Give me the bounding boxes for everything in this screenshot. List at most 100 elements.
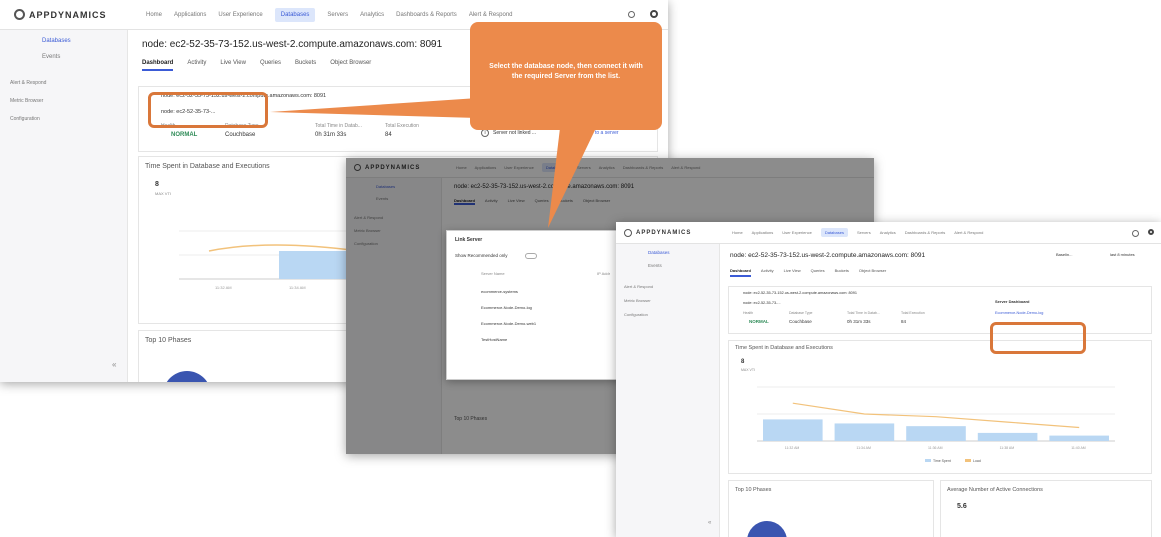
sidebar-item-databases[interactable]: Databases bbox=[0, 30, 127, 44]
pie-chart bbox=[747, 521, 787, 537]
tab-dashboard[interactable]: Dashboard bbox=[730, 268, 751, 277]
sidebar-item-databases[interactable]: Databases bbox=[616, 244, 719, 255]
sidebar-item-configuration[interactable]: Configuration bbox=[0, 104, 127, 122]
chevron-down-icon[interactable]: ⌄ bbox=[428, 38, 435, 47]
server-option[interactable]: Ecommerce-Node-Demo-log bbox=[481, 305, 532, 310]
highlight-server-dashboard bbox=[990, 322, 1086, 354]
nav-dashboards[interactable]: Dashboards & Reports bbox=[905, 230, 945, 235]
nav-analytics[interactable]: Analytics bbox=[880, 230, 896, 235]
x-tick-label: 11:34 AM bbox=[856, 446, 871, 450]
nav-databases[interactable]: Databases bbox=[820, 228, 848, 237]
appdynamics-logo-icon bbox=[624, 228, 632, 237]
exec-label: Total Execution bbox=[385, 123, 419, 129]
db-type-value: Couchbase bbox=[225, 132, 256, 138]
nav-user-experience[interactable]: User Experience bbox=[782, 230, 812, 235]
chart-back: 11:32 AM 11:34 AM bbox=[179, 230, 359, 290]
time-range-dropdown[interactable]: last 8 minutes bbox=[1110, 252, 1135, 257]
chart-subtitle-top: 8 bbox=[741, 359, 745, 365]
node-title: node: ec2-52-35-73-152.us-west-2.compute… bbox=[142, 39, 443, 50]
appdynamics-logo-icon bbox=[14, 9, 25, 20]
node-card-name: node: ec2-52-35-73-152.us-west-2.compute… bbox=[743, 291, 857, 295]
health-value: NORMAL bbox=[749, 319, 769, 324]
highlight-node-selector bbox=[148, 92, 268, 128]
sidebar: Databases Events Alert & Respond Metric … bbox=[616, 244, 720, 537]
chart-subtitle-bottom: MAX VTI bbox=[155, 191, 172, 196]
sidebar-item-events[interactable]: Events bbox=[616, 255, 719, 268]
nav-home[interactable]: Home bbox=[146, 12, 162, 18]
search-icon[interactable] bbox=[1132, 230, 1139, 237]
server-info-text: Server not linked ... bbox=[493, 130, 537, 136]
tab-queries[interactable]: Queries bbox=[260, 60, 281, 71]
instruction-callout: Select the database node, then connect i… bbox=[470, 22, 662, 130]
tab-buckets[interactable]: Buckets bbox=[295, 60, 316, 71]
tab-buckets[interactable]: Buckets bbox=[835, 268, 849, 277]
baseline-dropdown[interactable]: Baselin... bbox=[1056, 252, 1072, 257]
sidebar-item-events[interactable]: Events bbox=[0, 44, 127, 60]
sidebar-item-metric-browser[interactable]: Metric Browser bbox=[616, 289, 719, 303]
nav-alert[interactable]: Alert & Respond bbox=[469, 12, 513, 18]
node-dropdown[interactable]: node: ec2-52-35-73-... bbox=[743, 301, 781, 305]
time-value: 0h 31m 33s bbox=[847, 319, 871, 324]
nav-alert[interactable]: Alert & Respond bbox=[954, 230, 983, 235]
sidebar-item-configuration[interactable]: Configuration bbox=[616, 303, 719, 317]
chart-title: Time Spent in Database and Executions bbox=[145, 163, 270, 170]
exec-value: 84 bbox=[901, 319, 907, 324]
tab-object-browser[interactable]: Object Browser bbox=[859, 268, 886, 277]
column-ip: IP Addr bbox=[597, 271, 611, 276]
nav-home[interactable]: Home bbox=[732, 230, 743, 235]
screenshot-front: APPDYNAMICS Home Applications User Exper… bbox=[616, 222, 1161, 537]
nav-user-experience[interactable]: User Experience bbox=[218, 12, 262, 18]
server-option[interactable]: Ecommerce-Node-Demo-web1 bbox=[481, 321, 536, 326]
db-type-value: Couchbase bbox=[789, 319, 812, 324]
nav-dashboards[interactable]: Dashboards & Reports bbox=[396, 12, 457, 18]
bar bbox=[906, 426, 966, 441]
nav-analytics[interactable]: Analytics bbox=[360, 12, 384, 18]
server-dashboard-title: Server Dashboard bbox=[995, 299, 1030, 304]
top-nav-bar: APPDYNAMICS Home Applications User Exper… bbox=[616, 222, 1161, 244]
nav-servers[interactable]: Servers bbox=[857, 230, 871, 235]
x-tick-label: 11:38 AM bbox=[1000, 446, 1015, 450]
brand-name: APPDYNAMICS bbox=[29, 9, 107, 20]
node-card: node: ec2-52-35-73-152.us-west-2.compute… bbox=[728, 286, 1152, 334]
bar bbox=[977, 432, 1038, 441]
sidebar-item-alert[interactable]: Alert & Respond bbox=[616, 268, 719, 289]
bar bbox=[279, 251, 349, 279]
sidebar-item-metric-browser[interactable]: Metric Browser bbox=[0, 86, 127, 104]
tab-object-browser[interactable]: Object Browser bbox=[330, 60, 371, 71]
collapse-icon[interactable]: « bbox=[112, 360, 116, 369]
server-dashboard-link[interactable]: Ecommerce-Node-Demo-log bbox=[995, 311, 1043, 315]
exec-label: Total Execution bbox=[901, 311, 925, 315]
nav-servers[interactable]: Servers bbox=[327, 12, 348, 18]
legend-label: Time Spent bbox=[933, 459, 951, 463]
show-recommended-label: Show Recommended only bbox=[455, 253, 508, 258]
sidebar: Databases Events Alert & Respond Metric … bbox=[0, 30, 128, 382]
x-tick: 11:34 AM bbox=[289, 285, 306, 290]
chart-subtitle-top: 8 bbox=[155, 181, 159, 188]
pie-chart bbox=[163, 371, 211, 382]
server-option[interactable]: TestHostName bbox=[481, 337, 507, 342]
sidebar-item-alert[interactable]: Alert & Respond bbox=[0, 60, 127, 86]
search-icon[interactable] bbox=[628, 11, 635, 18]
x-tick: 11:32 AM bbox=[215, 285, 232, 290]
gear-icon[interactable] bbox=[1148, 229, 1154, 235]
tab-activity[interactable]: Activity bbox=[761, 268, 774, 277]
x-tick-label: 11:40 AM bbox=[1071, 446, 1086, 450]
tab-activity[interactable]: Activity bbox=[187, 60, 206, 71]
tab-live-view[interactable]: Live View bbox=[784, 268, 801, 277]
tab-dashboard[interactable]: Dashboard bbox=[142, 60, 174, 71]
nav-databases[interactable]: Databases bbox=[274, 7, 316, 22]
nav-applications[interactable]: Applications bbox=[174, 12, 206, 18]
collapse-icon[interactable]: « bbox=[708, 520, 711, 526]
nav-applications[interactable]: Applications bbox=[752, 230, 774, 235]
gear-icon[interactable] bbox=[650, 10, 658, 18]
show-recommended-toggle[interactable] bbox=[525, 253, 537, 259]
info-icon: i bbox=[481, 129, 489, 137]
tab-queries[interactable]: Queries bbox=[811, 268, 825, 277]
server-info-link[interactable]: database to a server bbox=[573, 130, 619, 136]
tab-live-view[interactable]: Live View bbox=[220, 60, 246, 71]
server-option[interactable]: ecommerce-systems bbox=[481, 289, 518, 294]
main-area: node: ec2-52-35-73-152.us-west-2.compute… bbox=[720, 244, 1161, 537]
bar bbox=[834, 423, 895, 441]
health-value: NORMAL bbox=[171, 132, 198, 138]
phases-card: Top 10 Phases bbox=[728, 480, 934, 537]
